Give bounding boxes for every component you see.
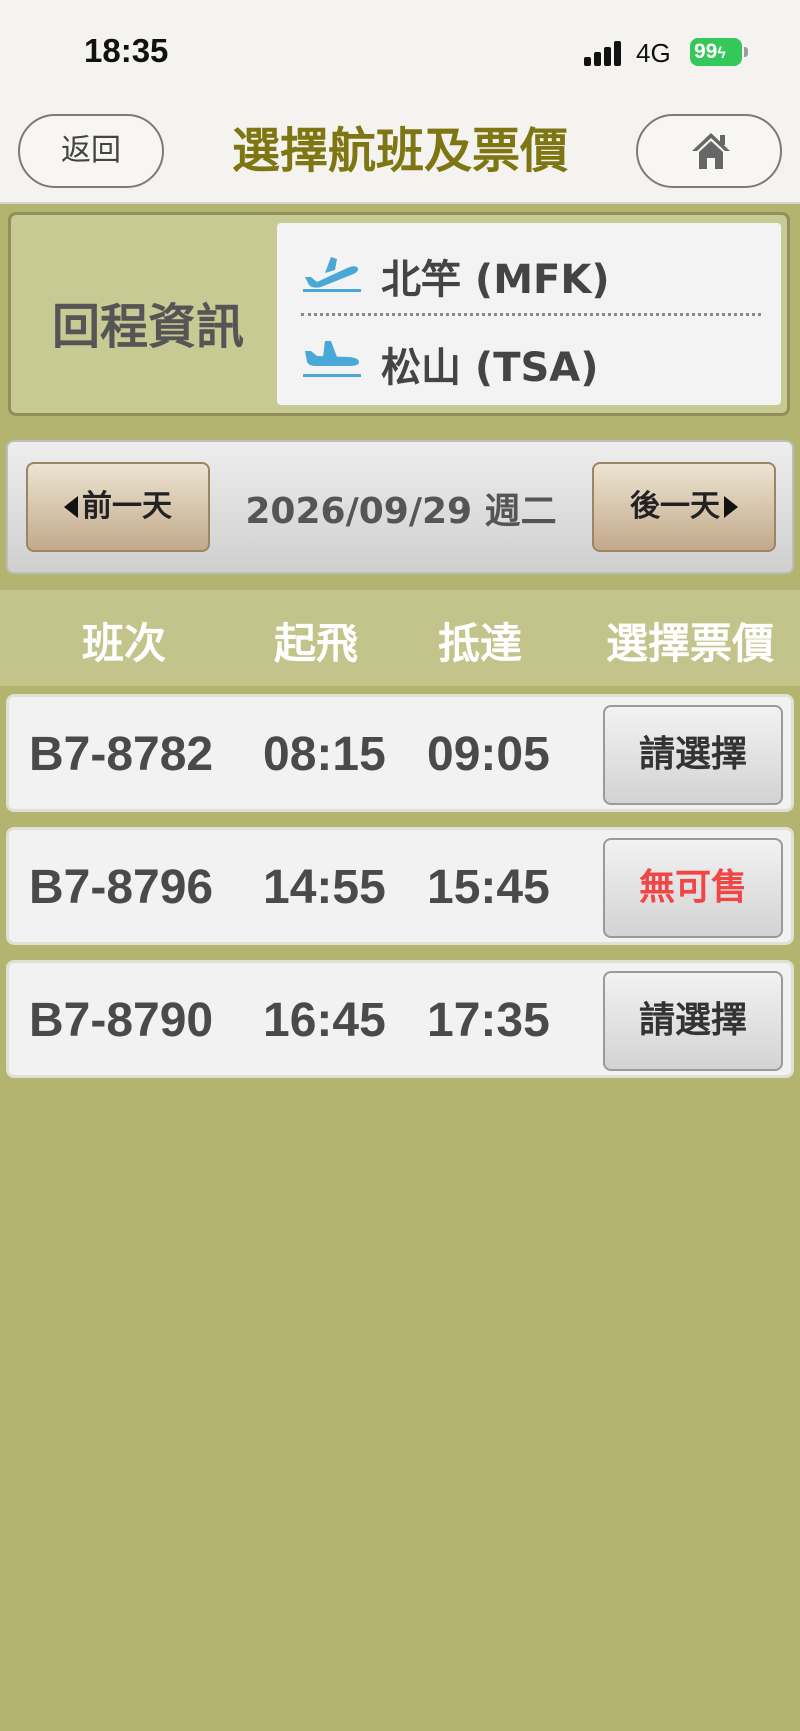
charging-bolt-icon: ϟ [717, 45, 726, 62]
battery-level: 99 [694, 40, 718, 63]
status-time: 18:35 [84, 32, 169, 69]
route-divider [301, 313, 761, 316]
select-fare-button[interactable]: 請選擇 [603, 705, 783, 805]
flight-row: B7-8782 08:15 09:05 請選擇 [6, 694, 794, 812]
previous-day-label: 前一天 [82, 489, 172, 524]
battery-icon: 99ϟ [690, 38, 742, 66]
arrival-time: 15:45 [427, 861, 550, 914]
flight-number: B7-8796 [29, 861, 214, 914]
plane-landing-icon [303, 341, 361, 377]
plane-takeoff-icon [303, 257, 361, 292]
previous-day-button[interactable]: 前一天 [26, 462, 210, 552]
page-title: 選擇航班及票價 [231, 123, 568, 179]
flight-row: B7-8790 16:45 17:35 請選擇 [6, 960, 794, 1078]
arrival-time: 17:35 [427, 994, 550, 1047]
flight-row: B7-8796 14:55 15:45 無可售 [6, 827, 794, 945]
back-button[interactable]: 返回 [18, 114, 164, 188]
origin-airport: 北竿 (MFK) [381, 257, 610, 303]
return-info-panel: 回程資訊 北竿 (MFK) 松山 (TSA) [8, 212, 790, 416]
flight-number: B7-8790 [29, 994, 214, 1047]
home-icon [692, 133, 730, 169]
return-info-label: 回程資訊 [51, 299, 244, 355]
home-button[interactable] [636, 114, 782, 188]
sold-out-button[interactable]: 無可售 [603, 838, 783, 938]
flight-number: B7-8782 [29, 728, 214, 781]
triangle-right-icon [724, 496, 738, 518]
selected-date: 2026/09/29 週二 [245, 491, 557, 532]
next-day-label: 後一天 [630, 489, 720, 524]
destination-airport: 松山 (TSA) [381, 345, 599, 391]
arrival-time: 09:05 [427, 728, 550, 781]
date-navigation: 前一天 2026/09/29 週二 後一天 [6, 440, 794, 574]
triangle-left-icon [64, 496, 78, 518]
column-depart: 起飛 [273, 619, 358, 668]
battery-nub [744, 47, 748, 57]
departure-time: 16:45 [263, 994, 386, 1047]
column-fare: 選擇票價 [605, 619, 774, 668]
network-type: 4G [636, 38, 671, 68]
route-box: 北竿 (MFK) 松山 (TSA) [277, 223, 781, 405]
departure-time: 14:55 [263, 861, 386, 914]
departure-time: 08:15 [263, 728, 386, 781]
select-fare-button[interactable]: 請選擇 [603, 971, 783, 1071]
status-bar: 18:35 4G 99ϟ [0, 0, 800, 100]
cellular-signal-icon [584, 40, 626, 66]
next-day-button[interactable]: 後一天 [592, 462, 776, 552]
app-header: 返回 選擇航班及票價 [0, 100, 800, 204]
flight-table-header: 班次 起飛 抵達 選擇票價 [0, 590, 800, 686]
column-flight: 班次 [81, 619, 166, 668]
column-arrive: 抵達 [437, 619, 522, 668]
